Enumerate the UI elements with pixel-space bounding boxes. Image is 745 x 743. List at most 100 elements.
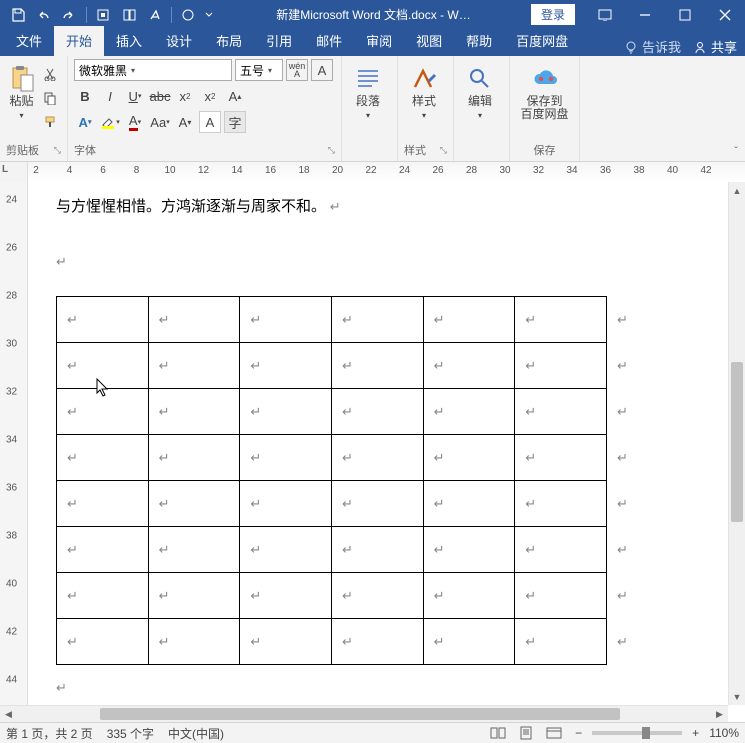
table-cell[interactable]: ↵: [57, 389, 149, 435]
table-cell[interactable]: ↵: [240, 297, 332, 343]
styles-dialog-launcher[interactable]: ⤡: [440, 145, 447, 156]
bold-icon[interactable]: B: [74, 85, 96, 107]
table-cell[interactable]: ↵: [606, 435, 636, 481]
table-cell[interactable]: ↵: [515, 527, 607, 573]
scroll-thumb[interactable]: [731, 362, 743, 522]
horizontal-scrollbar[interactable]: ◀ ▶: [0, 705, 728, 722]
document-table[interactable]: ↵↵↵↵↵↵↵↵↵↵↵↵↵↵↵↵↵↵↵↵↵↵↵↵↵↵↵↵↵↵↵↵↵↵↵↵↵↵↵↵…: [56, 296, 636, 665]
tab-design[interactable]: 设计: [154, 26, 204, 56]
print-layout-icon[interactable]: [515, 724, 537, 742]
table-cell[interactable]: ↵: [148, 573, 240, 619]
table-cell[interactable]: ↵: [240, 481, 332, 527]
read-mode-icon[interactable]: [487, 724, 509, 742]
tab-review[interactable]: 审阅: [354, 26, 404, 56]
table-row[interactable]: ↵↵↵↵↵↵↵: [57, 297, 637, 343]
cut-icon[interactable]: [39, 63, 61, 85]
table-cell[interactable]: ↵: [515, 481, 607, 527]
tab-file[interactable]: 文件: [4, 26, 54, 56]
qat-btn-2[interactable]: [117, 3, 141, 27]
qat-btn-3[interactable]: [143, 3, 167, 27]
share-button[interactable]: 共享: [693, 37, 737, 56]
shrink-font-icon[interactable]: A▾: [174, 111, 196, 133]
table-cell[interactable]: ↵: [148, 527, 240, 573]
table-row[interactable]: ↵↵↵↵↵↵↵: [57, 527, 637, 573]
table-cell[interactable]: ↵: [148, 619, 240, 665]
zoom-slider[interactable]: [592, 731, 682, 735]
table-cell[interactable]: ↵: [606, 481, 636, 527]
paragraph-text[interactable]: 与方惺惺相惜。方鸿渐逐渐与周家不和。 ↵: [56, 194, 715, 221]
table-cell[interactable]: ↵: [331, 619, 423, 665]
highlight-icon[interactable]: ▾: [99, 111, 121, 133]
document-page[interactable]: 与方惺惺相惜。方鸿渐逐渐与周家不和。 ↵ ↵ ↵↵↵↵↵↵↵↵↵↵↵↵↵↵↵↵↵…: [28, 182, 745, 722]
ribbon-display-icon[interactable]: [585, 0, 625, 29]
table-row[interactable]: ↵↵↵↵↵↵↵: [57, 343, 637, 389]
table-cell[interactable]: ↵: [331, 573, 423, 619]
tab-view[interactable]: 视图: [404, 26, 454, 56]
table-row[interactable]: ↵↵↵↵↵↵↵: [57, 619, 637, 665]
table-cell[interactable]: ↵: [240, 435, 332, 481]
table-cell[interactable]: ↵: [606, 619, 636, 665]
grow-font-icon[interactable]: A▴: [224, 85, 246, 107]
table-cell[interactable]: ↵: [423, 481, 515, 527]
table-cell[interactable]: ↵: [331, 527, 423, 573]
copy-icon[interactable]: [39, 87, 61, 109]
table-cell[interactable]: ↵: [606, 389, 636, 435]
vertical-scrollbar[interactable]: ▲ ▼: [728, 182, 745, 705]
ruler-horizontal[interactable]: L 24681012141618202224262830323436384042: [0, 162, 745, 182]
scroll-thumb[interactable]: [100, 708, 620, 720]
word-count[interactable]: 335 个字: [107, 725, 154, 742]
tell-me-search[interactable]: 告诉我: [616, 37, 689, 56]
strikethrough-icon[interactable]: abc: [149, 85, 171, 107]
qat-btn-1[interactable]: [91, 3, 115, 27]
redo-icon[interactable]: [58, 3, 82, 27]
change-case-icon[interactable]: Aa ▾: [149, 111, 171, 133]
table-cell[interactable]: ↵: [57, 481, 149, 527]
login-button[interactable]: 登录: [531, 4, 575, 25]
font-name-combo[interactable]: 微软雅黑▾: [74, 59, 232, 81]
table-row[interactable]: ↵↵↵↵↵↵↵: [57, 389, 637, 435]
italic-icon[interactable]: I: [99, 85, 121, 107]
tab-help[interactable]: 帮助: [454, 26, 504, 56]
table-row[interactable]: ↵↵↵↵↵↵↵: [57, 481, 637, 527]
table-cell[interactable]: ↵: [57, 573, 149, 619]
table-cell[interactable]: ↵: [515, 435, 607, 481]
tab-insert[interactable]: 插入: [104, 26, 154, 56]
table-cell[interactable]: ↵: [240, 619, 332, 665]
table-cell[interactable]: ↵: [148, 389, 240, 435]
table-cell[interactable]: ↵: [515, 619, 607, 665]
minimize-icon[interactable]: [625, 0, 665, 29]
table-cell[interactable]: ↵: [423, 527, 515, 573]
tab-selector[interactable]: L: [0, 162, 28, 182]
subscript-icon[interactable]: x2: [174, 85, 196, 107]
tab-home[interactable]: 开始: [54, 26, 104, 56]
table-cell[interactable]: ↵: [240, 343, 332, 389]
table-cell[interactable]: ↵: [515, 297, 607, 343]
font-color-icon[interactable]: A ▾: [124, 111, 146, 133]
page-indicator[interactable]: 第 1 页，共 2 页: [6, 725, 93, 742]
table-cell[interactable]: ↵: [423, 389, 515, 435]
ruler-vertical[interactable]: 2426283032343638404244: [0, 182, 28, 722]
table-cell[interactable]: ↵: [423, 573, 515, 619]
format-painter-icon[interactable]: [39, 111, 61, 133]
table-cell[interactable]: ↵: [240, 573, 332, 619]
scroll-right-icon[interactable]: ▶: [711, 706, 728, 722]
undo-icon[interactable]: [32, 3, 56, 27]
table-cell[interactable]: ↵: [148, 297, 240, 343]
table-cell[interactable]: ↵: [240, 389, 332, 435]
table-row[interactable]: ↵↵↵↵↵↵↵: [57, 573, 637, 619]
scroll-up-icon[interactable]: ▲: [729, 182, 745, 199]
qat-btn-4[interactable]: [176, 3, 200, 27]
phonetic-guide-icon[interactable]: wénA: [286, 59, 308, 81]
zoom-level[interactable]: 110%: [709, 726, 739, 740]
table-cell[interactable]: ↵: [331, 435, 423, 481]
table-cell[interactable]: ↵: [423, 435, 515, 481]
table-row[interactable]: ↵↵↵↵↵↵↵: [57, 435, 637, 481]
table-cell[interactable]: ↵: [331, 389, 423, 435]
table-cell[interactable]: ↵: [148, 435, 240, 481]
qat-customize-icon[interactable]: [202, 3, 216, 27]
empty-paragraph[interactable]: ↵: [56, 249, 715, 276]
text-effects-icon[interactable]: A ▾: [74, 111, 96, 133]
table-cell[interactable]: ↵: [57, 527, 149, 573]
char-border-icon[interactable]: A: [311, 59, 333, 81]
table-cell[interactable]: ↵: [606, 297, 636, 343]
